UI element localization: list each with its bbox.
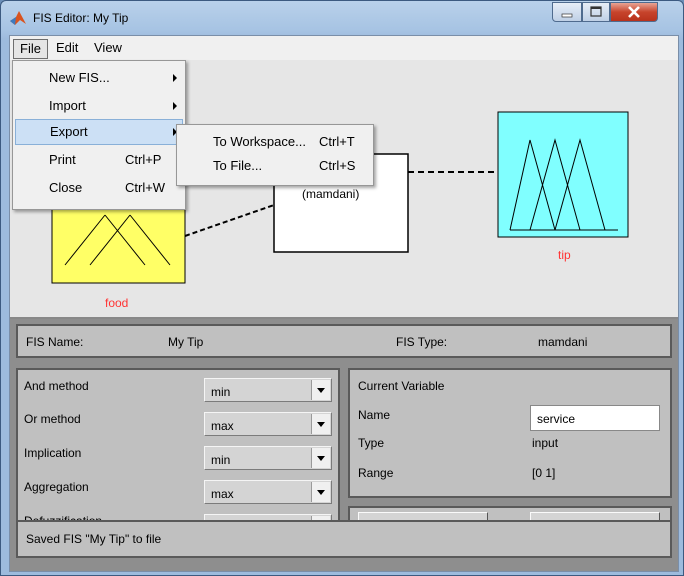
- chevron-down-icon[interactable]: [311, 448, 330, 468]
- or-method-label: Or method: [24, 412, 81, 426]
- system-type-label: (mamdani): [302, 187, 360, 201]
- output-tip-label: tip: [558, 248, 571, 262]
- implication-label: Implication: [24, 446, 82, 460]
- variable-name-value: service: [537, 412, 576, 426]
- client-area: File Edit View (mamdani) food tip FIS Na…: [9, 35, 679, 572]
- menu-item-print-label: Print: [49, 152, 76, 167]
- menu-item-to-workspace-shortcut: Ctrl+T: [319, 134, 355, 149]
- menu-bar: File Edit View: [10, 36, 678, 60]
- and-method-select[interactable]: min: [204, 378, 332, 402]
- submenu-arrow-icon: [173, 74, 177, 82]
- chevron-down-icon[interactable]: [311, 482, 330, 502]
- submenu-arrow-icon: [173, 102, 177, 110]
- variable-type-value: input: [532, 436, 559, 450]
- and-method-value: min: [211, 385, 231, 399]
- export-submenu: To Workspace... Ctrl+T To File... Ctrl+S: [176, 124, 374, 186]
- chevron-down-icon[interactable]: [311, 380, 330, 400]
- implication-value: min: [211, 453, 231, 467]
- variable-range-label: Range: [358, 466, 394, 480]
- menu-item-close-label: Close: [49, 180, 83, 195]
- minimize-icon: [561, 13, 573, 18]
- or-method-value: max: [211, 419, 234, 433]
- current-variable-panel: Current Variable Name service Type input…: [348, 368, 672, 498]
- menu-item-new-fis[interactable]: New FIS...: [15, 65, 183, 91]
- input-connector-line: [184, 204, 275, 237]
- window-title: FIS Editor: My Tip: [33, 11, 129, 25]
- menu-item-import-label: Import: [49, 98, 86, 113]
- and-method-label: And method: [24, 379, 89, 393]
- output-tip-box[interactable]: [497, 111, 629, 238]
- or-method-select[interactable]: max: [204, 412, 332, 436]
- implication-select[interactable]: min: [204, 446, 332, 470]
- variable-type-label: Type: [358, 436, 385, 450]
- menu-item-export-label: Export: [50, 124, 88, 139]
- file-menu-dropdown: New FIS... Import Export Print Ctrl+P Cl…: [12, 60, 186, 210]
- input-food-label: food: [105, 296, 129, 310]
- close-window-button[interactable]: [610, 2, 658, 22]
- maximize-icon: [590, 6, 602, 17]
- matlab-logo-icon: [10, 11, 26, 25]
- aggregation-value: max: [211, 487, 234, 501]
- menu-item-print-shortcut: Ctrl+P: [125, 152, 162, 167]
- menu-edit[interactable]: Edit: [50, 39, 84, 57]
- menu-item-print[interactable]: Print Ctrl+P: [15, 147, 183, 173]
- minimize-button[interactable]: [552, 2, 582, 22]
- variable-name-field[interactable]: service: [530, 405, 660, 431]
- menu-item-close[interactable]: Close Ctrl+W: [15, 175, 183, 201]
- menu-view[interactable]: View: [88, 39, 128, 57]
- status-bar: Saved FIS "My Tip" to file: [16, 520, 672, 558]
- status-message: Saved FIS "My Tip" to file: [26, 532, 162, 546]
- aggregation-label: Aggregation: [24, 480, 89, 494]
- menu-item-to-workspace[interactable]: To Workspace... Ctrl+T: [179, 129, 371, 155]
- current-variable-heading: Current Variable: [358, 379, 445, 393]
- menu-item-close-shortcut: Ctrl+W: [125, 180, 166, 195]
- maximize-button[interactable]: [582, 2, 610, 22]
- title-bar[interactable]: FIS Editor: My Tip: [1, 1, 683, 35]
- menu-file[interactable]: File: [13, 39, 48, 59]
- fis-info-panel: FIS Name: My Tip FIS Type: mamdani: [16, 324, 672, 358]
- menu-item-import[interactable]: Import: [15, 93, 183, 119]
- chevron-down-icon[interactable]: [311, 414, 330, 434]
- variable-name-label: Name: [358, 408, 391, 422]
- menu-item-to-workspace-label: To Workspace...: [213, 134, 306, 149]
- aggregation-select[interactable]: max: [204, 480, 332, 504]
- close-icon: [628, 6, 640, 18]
- fis-name-value: My Tip: [168, 335, 204, 349]
- fis-type-value: mamdani: [538, 335, 588, 349]
- fis-type-label: FIS Type:: [396, 335, 448, 349]
- fis-name-label: FIS Name:: [26, 335, 84, 349]
- menu-item-to-file-shortcut: Ctrl+S: [319, 158, 356, 173]
- menu-item-export[interactable]: Export: [15, 119, 183, 145]
- menu-item-new-fis-label: New FIS...: [49, 70, 110, 85]
- menu-item-to-file-label: To File...: [213, 158, 263, 173]
- menu-item-to-file[interactable]: To File... Ctrl+S: [179, 153, 371, 179]
- fis-editor-window: FIS Editor: My Tip File Edit View (mamda…: [0, 0, 684, 576]
- variable-range-value: [0 1]: [532, 466, 556, 480]
